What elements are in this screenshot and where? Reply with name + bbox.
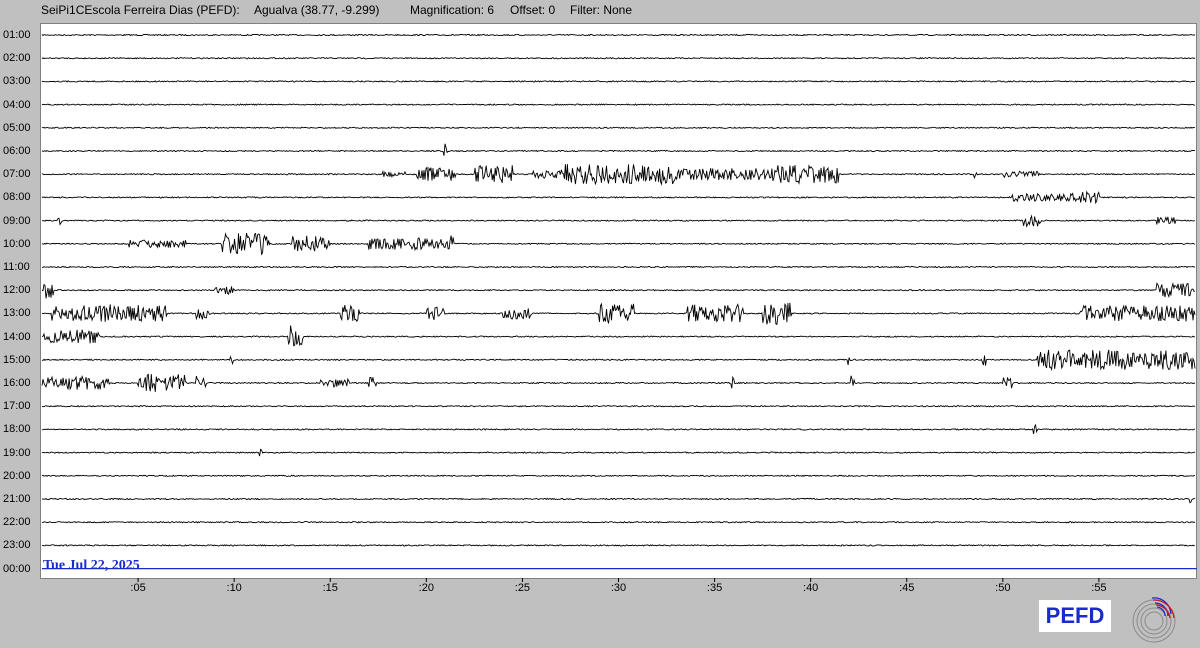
trace-row [41, 33, 1196, 37]
trace-row [41, 349, 1196, 372]
minute-tick-label: :10 [226, 582, 242, 594]
trace-row [41, 80, 1196, 83]
hour-label: 15:00 [3, 353, 31, 366]
trace-row [41, 103, 1196, 106]
hour-label: 06:00 [3, 145, 31, 157]
hour-label: 11:00 [3, 261, 30, 273]
hour-label: 03:00 [3, 75, 31, 88]
trace-row [41, 126, 1196, 130]
trace-row [41, 448, 1196, 457]
hour-label: 21:00 [3, 493, 31, 505]
trace-row [41, 164, 1196, 186]
hour-label: 10:00 [3, 237, 31, 250]
trace-row [41, 404, 1196, 408]
hour-label: 07:00 [3, 168, 31, 181]
pefd-logo: PEFD [1039, 600, 1111, 632]
hour-label: 14:00 [3, 330, 31, 343]
trace-row [41, 302, 1196, 326]
trace-row [41, 544, 1196, 547]
trace-row [41, 520, 1196, 524]
minute-tick-label: :50 [995, 582, 1011, 594]
trace-row [41, 423, 1196, 434]
minute-tick-label: :30 [610, 582, 627, 594]
date-label: Tue Jul 22, 2025 [43, 558, 140, 573]
minute-tick-label: :20 [418, 582, 434, 594]
hour-label: 19:00 [3, 446, 31, 459]
hour-label: 16:00 [3, 377, 31, 389]
hour-label: 01:00 [3, 29, 31, 41]
hour-label: 05:00 [3, 121, 31, 134]
hour-label: 22:00 [3, 516, 31, 529]
minute-tick-label: :25 [514, 582, 531, 594]
trace-row [41, 373, 1196, 392]
hour-label: 17:00 [3, 400, 31, 413]
hour-label: 18:00 [3, 423, 31, 436]
hour-label: 02:00 [3, 52, 31, 65]
hour-label: 09:00 [3, 214, 31, 227]
minute-tick-label: :55 [1091, 582, 1107, 594]
minute-tick-label: :45 [899, 582, 915, 594]
trace-row [41, 232, 1196, 256]
concentric-circles-logo-icon [1132, 597, 1176, 643]
hour-axis: 01:00 02:00 03:00 04:00 05:00 06:00 07:00 08:00… [0, 0, 40, 580]
hour-label: 04:00 [3, 98, 31, 111]
trace-row [41, 190, 1196, 205]
minute-axis: :05 :10 :15 :20 :25 :30 :35 :40 :45 :50 :55 [0, 582, 1200, 598]
hour-label: 20:00 [3, 469, 31, 482]
trace-row [41, 282, 1196, 299]
trace-row [41, 474, 1195, 478]
minute-tick-label: :40 [803, 582, 819, 594]
trace-row [41, 265, 1196, 269]
seismogram-traces [41, 33, 1197, 582]
trace-row [41, 325, 1196, 347]
hour-label: 08:00 [3, 191, 31, 204]
trace-row [41, 56, 1196, 60]
trace-row [41, 497, 1196, 504]
hour-label: 23:00 [3, 539, 31, 552]
hour-label: 12:00 [3, 284, 31, 297]
trace-row [41, 214, 1196, 228]
minute-tick-label: :15 [322, 582, 338, 594]
hour-label: 00:00 [3, 562, 31, 575]
minute-tick-label: :05 [130, 582, 146, 594]
trace-row [41, 143, 1195, 156]
minute-tick-label: :35 [706, 582, 723, 594]
hour-label: 13:00 [3, 307, 31, 320]
